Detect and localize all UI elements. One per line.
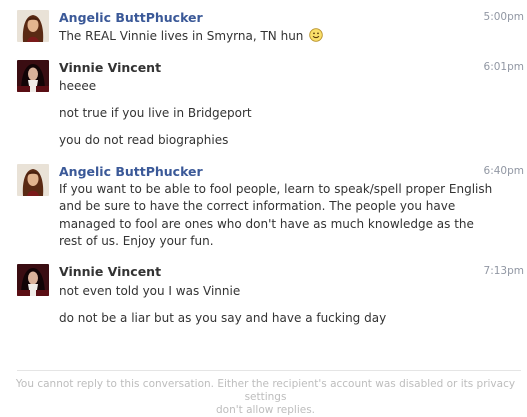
message-line: rest of us. Enjoy your fun. (59, 233, 214, 248)
message-line: The REAL Vinnie lives in Smyrna, TN hun (59, 29, 304, 43)
reply-disabled-notice: You cannot reply to this conversation. E… (10, 378, 521, 417)
message-line: and be sure to have the correct informat… (59, 199, 456, 214)
message-text: not true if you live in Bridgeport (59, 106, 252, 120)
man-portrait-icon (17, 60, 49, 92)
sender-name[interactable]: Vinnie Vincent (59, 264, 161, 279)
message-timestamp: 5:00pm (483, 11, 524, 23)
man-portrait-icon (17, 264, 49, 296)
sender-name[interactable]: Angelic ButtPhucker (59, 164, 203, 179)
message-text: If you want to be able to fool people, l… (59, 181, 493, 250)
notice-line: You cannot reply to this conversation. E… (15, 378, 516, 403)
message-text: heeee (59, 79, 97, 93)
message-timestamp: 7:13pm (483, 265, 524, 277)
message-text: do not be a liar but as you say and have… (59, 311, 387, 325)
woman-portrait-icon (17, 164, 49, 196)
message-timestamp: 6:40pm (483, 165, 524, 177)
sender-avatar[interactable] (17, 60, 49, 92)
sender-name[interactable]: Vinnie Vincent (59, 60, 161, 75)
smiley-icon (309, 28, 324, 42)
sender-avatar[interactable] (17, 264, 49, 296)
message-line: managed to fool are ones who don't have … (59, 216, 474, 231)
message-timestamp: 6:01pm (483, 61, 524, 73)
message-text: you do not read biographies (59, 133, 229, 147)
woman-portrait-icon (17, 10, 49, 42)
sender-name[interactable]: Angelic ButtPhucker (59, 10, 203, 25)
message-text: The REAL Vinnie lives in Smyrna, TN hun (59, 28, 324, 45)
divider (17, 370, 521, 371)
message-text: not even told you I was Vinnie (59, 284, 241, 298)
sender-avatar[interactable] (17, 164, 49, 196)
sender-avatar[interactable] (17, 10, 49, 42)
notice-line: don't allow replies. (215, 404, 316, 416)
message-line: If you want to be able to fool people, l… (59, 182, 493, 196)
